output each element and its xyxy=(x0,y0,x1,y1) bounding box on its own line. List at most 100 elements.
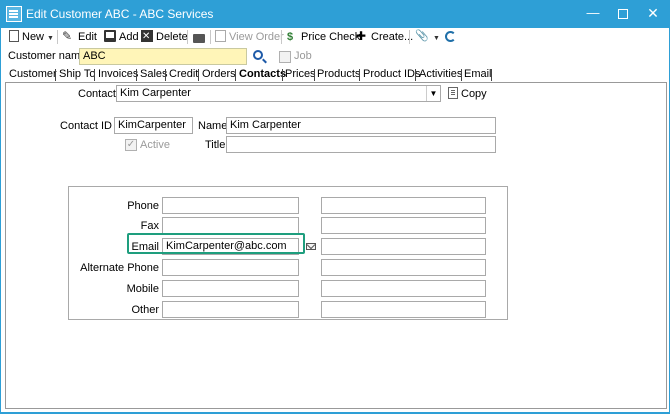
fax-label: Fax xyxy=(140,220,159,232)
toolbar-divider xyxy=(210,30,211,44)
active-label: Active xyxy=(140,139,170,151)
phone-field[interactable] xyxy=(162,197,299,214)
tab-products[interactable]: Products xyxy=(317,66,360,83)
tab-credit[interactable]: Credit xyxy=(169,66,198,83)
tab-divider xyxy=(359,69,360,81)
job-label: Job xyxy=(294,50,312,62)
add-button[interactable]: Add xyxy=(104,28,139,46)
minimize-button[interactable]: — xyxy=(578,2,608,24)
view-order-button[interactable]: View Order xyxy=(215,28,284,46)
name-field[interactable]: Kim Carpenter xyxy=(226,117,496,134)
tab-email[interactable]: Email xyxy=(464,66,492,83)
add-label: Add xyxy=(119,31,139,43)
window-title: Edit Customer ABC - ABC Services xyxy=(26,7,214,21)
search-icon[interactable] xyxy=(253,50,263,60)
send-email-icon[interactable] xyxy=(306,243,316,250)
pencil-icon xyxy=(62,27,75,45)
price-check-button[interactable]: Price Check xyxy=(286,28,360,46)
toolbar-divider xyxy=(187,30,188,44)
tab-divider xyxy=(198,69,199,81)
new-button[interactable]: New ▼ xyxy=(9,28,54,46)
phone-label: Phone xyxy=(127,200,159,212)
create-button[interactable]: Create... xyxy=(356,27,414,46)
tab-product-ids[interactable]: Product IDs xyxy=(363,66,420,83)
mobile-extra-field[interactable] xyxy=(321,280,486,297)
new-dropdown-icon[interactable]: ▼ xyxy=(47,35,54,42)
close-button[interactable]: ✕ xyxy=(638,2,668,24)
chevron-down-icon[interactable]: ▼ xyxy=(426,86,440,101)
refresh-button[interactable] xyxy=(445,28,459,46)
refresh-icon xyxy=(445,31,456,42)
mobile-field[interactable] xyxy=(162,280,299,297)
attachments-dropdown-icon[interactable]: ▼ xyxy=(433,35,440,42)
customer-name-row: Customer name ABC Job xyxy=(1,47,669,67)
create-label: Create... xyxy=(371,31,414,43)
plus-icon xyxy=(356,27,368,45)
delete-label: Delete xyxy=(156,31,188,43)
printer-icon xyxy=(193,34,205,43)
add-record-icon xyxy=(104,30,116,42)
other-extra-field[interactable] xyxy=(321,301,486,318)
title-field[interactable] xyxy=(226,136,496,153)
contact-selector[interactable]: Kim Carpenter ▼ xyxy=(116,85,441,102)
maximize-button[interactable] xyxy=(608,2,638,24)
tab-divider xyxy=(55,69,56,81)
maximize-icon xyxy=(618,8,628,19)
tab-ship-to[interactable]: Ship To xyxy=(59,66,96,83)
tab-activities[interactable]: Activities xyxy=(419,66,462,83)
active-checkbox[interactable]: ✓ xyxy=(125,139,137,151)
view-order-label: View Order xyxy=(229,31,284,43)
delete-button[interactable]: Delete xyxy=(141,28,188,46)
other-label: Other xyxy=(131,304,159,316)
contact-selector-label: Contact xyxy=(78,88,116,100)
tab-divider xyxy=(282,69,283,81)
delete-record-icon xyxy=(141,28,153,46)
tab-divider xyxy=(461,69,462,81)
customer-name-label: Customer name xyxy=(8,50,87,62)
price-check-label: Price Check xyxy=(301,31,361,43)
tab-divider xyxy=(491,69,492,81)
tab-divider xyxy=(235,69,236,81)
new-label: New xyxy=(22,31,45,43)
fax-field[interactable] xyxy=(162,217,299,234)
toolbar-divider xyxy=(409,30,410,44)
phone-extra-field[interactable] xyxy=(321,197,486,214)
title-label: Title xyxy=(205,139,226,151)
toolbar: New▼ Edit Add Delete View Order Price Ch… xyxy=(1,27,669,46)
name-label: Name xyxy=(198,120,228,132)
tab-prices[interactable]: Prices xyxy=(285,66,316,83)
alternate-phone-label: Alternate Phone xyxy=(80,262,159,274)
toolbar-divider xyxy=(57,30,58,44)
attachments-button[interactable]: ▼ xyxy=(415,27,440,46)
email-extra-field[interactable] xyxy=(321,238,486,255)
copy-button[interactable]: Copy xyxy=(448,87,487,100)
edit-label: Edit xyxy=(78,31,97,43)
toolbar-divider xyxy=(281,30,282,44)
other-field[interactable] xyxy=(162,301,299,318)
contact-details-group: Phone Fax Email KimCarpenter@abc.com Alt… xyxy=(68,186,508,320)
email-highlight-box xyxy=(127,233,305,254)
tab-divider xyxy=(415,69,416,81)
tab-divider xyxy=(136,69,137,81)
contact-id-field[interactable]: KimCarpenter xyxy=(114,117,193,134)
job-checkbox[interactable] xyxy=(279,51,291,63)
tab-sales[interactable]: Sales xyxy=(140,66,168,83)
tab-customer[interactable]: Customer xyxy=(9,66,57,83)
alternate-phone-field[interactable] xyxy=(162,259,299,276)
fax-extra-field[interactable] xyxy=(321,217,486,234)
alternate-phone-extra-field[interactable] xyxy=(321,259,486,276)
tab-divider xyxy=(165,69,166,81)
tab-divider xyxy=(94,69,95,81)
edit-button[interactable]: Edit xyxy=(62,27,97,46)
contacts-panel: Contact Kim Carpenter ▼ Copy Contact ID … xyxy=(5,83,667,409)
contact-id-label: Contact ID xyxy=(60,120,112,132)
tab-divider xyxy=(314,69,315,81)
print-button[interactable] xyxy=(193,28,208,46)
tab-invoices[interactable]: Invoices xyxy=(98,66,138,83)
tab-strip: Customer Ship To Invoices Sales Credit O… xyxy=(1,66,669,83)
tab-contacts[interactable]: Contacts xyxy=(239,66,286,83)
tab-orders[interactable]: Orders xyxy=(202,66,236,83)
window-frame: New▼ Edit Add Delete View Order Price Ch… xyxy=(0,27,670,414)
paperclip-icon xyxy=(415,27,429,45)
customer-name-field[interactable]: ABC xyxy=(79,48,247,65)
